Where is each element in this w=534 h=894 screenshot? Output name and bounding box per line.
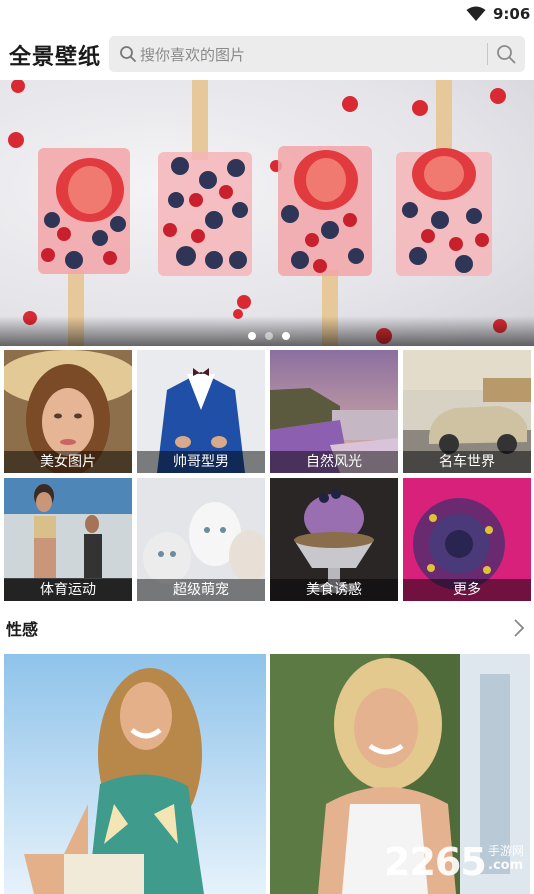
status-bar: 9:06 (0, 0, 534, 30)
carousel-dot[interactable] (265, 332, 273, 340)
category-label: 超级萌宠 (137, 579, 265, 601)
category-label: 美食诱惑 (270, 579, 398, 601)
search-placeholder: 搜你喜欢的图片 (140, 46, 246, 64)
watermark-number: 2265 (384, 840, 487, 884)
category-tile[interactable]: 体育运动 (4, 478, 132, 601)
category-label: 自然风光 (270, 451, 398, 473)
search-button-icon[interactable] (495, 43, 517, 65)
carousel-dot[interactable] (282, 332, 290, 340)
watermark-site-com: .com (488, 858, 524, 873)
category-tile[interactable]: 帅哥型男 (137, 350, 265, 473)
photo-card[interactable] (4, 654, 266, 894)
category-label: 美女图片 (4, 451, 132, 473)
wifi-icon (466, 6, 486, 21)
category-label: 更多 (403, 579, 531, 601)
category-label: 帅哥型男 (137, 451, 265, 473)
chevron-right-icon[interactable] (512, 618, 526, 638)
watermark-site-cn: 手游网 (488, 844, 525, 858)
category-label: 名车世界 (403, 451, 531, 473)
app-title: 全景壁纸 (9, 45, 102, 70)
clock: 9:06 (493, 5, 531, 23)
category-label: 体育运动 (4, 579, 132, 601)
category-tile[interactable]: 自然风光 (270, 350, 398, 473)
section-title: 性感 (6, 620, 39, 639)
photo-image (4, 654, 266, 894)
category-tile[interactable]: 美食诱惑 (270, 478, 398, 601)
search-divider (487, 43, 488, 65)
banner-image (8, 80, 507, 346)
search-input[interactable]: 搜你喜欢的图片 (109, 36, 525, 72)
section-header[interactable]: 性感 (0, 612, 534, 644)
app-header: 全景壁纸 搜你喜欢的图片 (0, 30, 534, 78)
banner-carousel[interactable] (0, 80, 534, 346)
carousel-indicator (248, 325, 299, 340)
category-tile[interactable]: 超级萌宠 (137, 478, 265, 601)
category-tile[interactable]: 名车世界 (403, 350, 531, 473)
category-tile[interactable]: 美女图片 (4, 350, 132, 473)
search-icon (120, 46, 136, 62)
category-tile[interactable]: 更多 (403, 478, 531, 601)
carousel-dot[interactable] (248, 332, 256, 340)
